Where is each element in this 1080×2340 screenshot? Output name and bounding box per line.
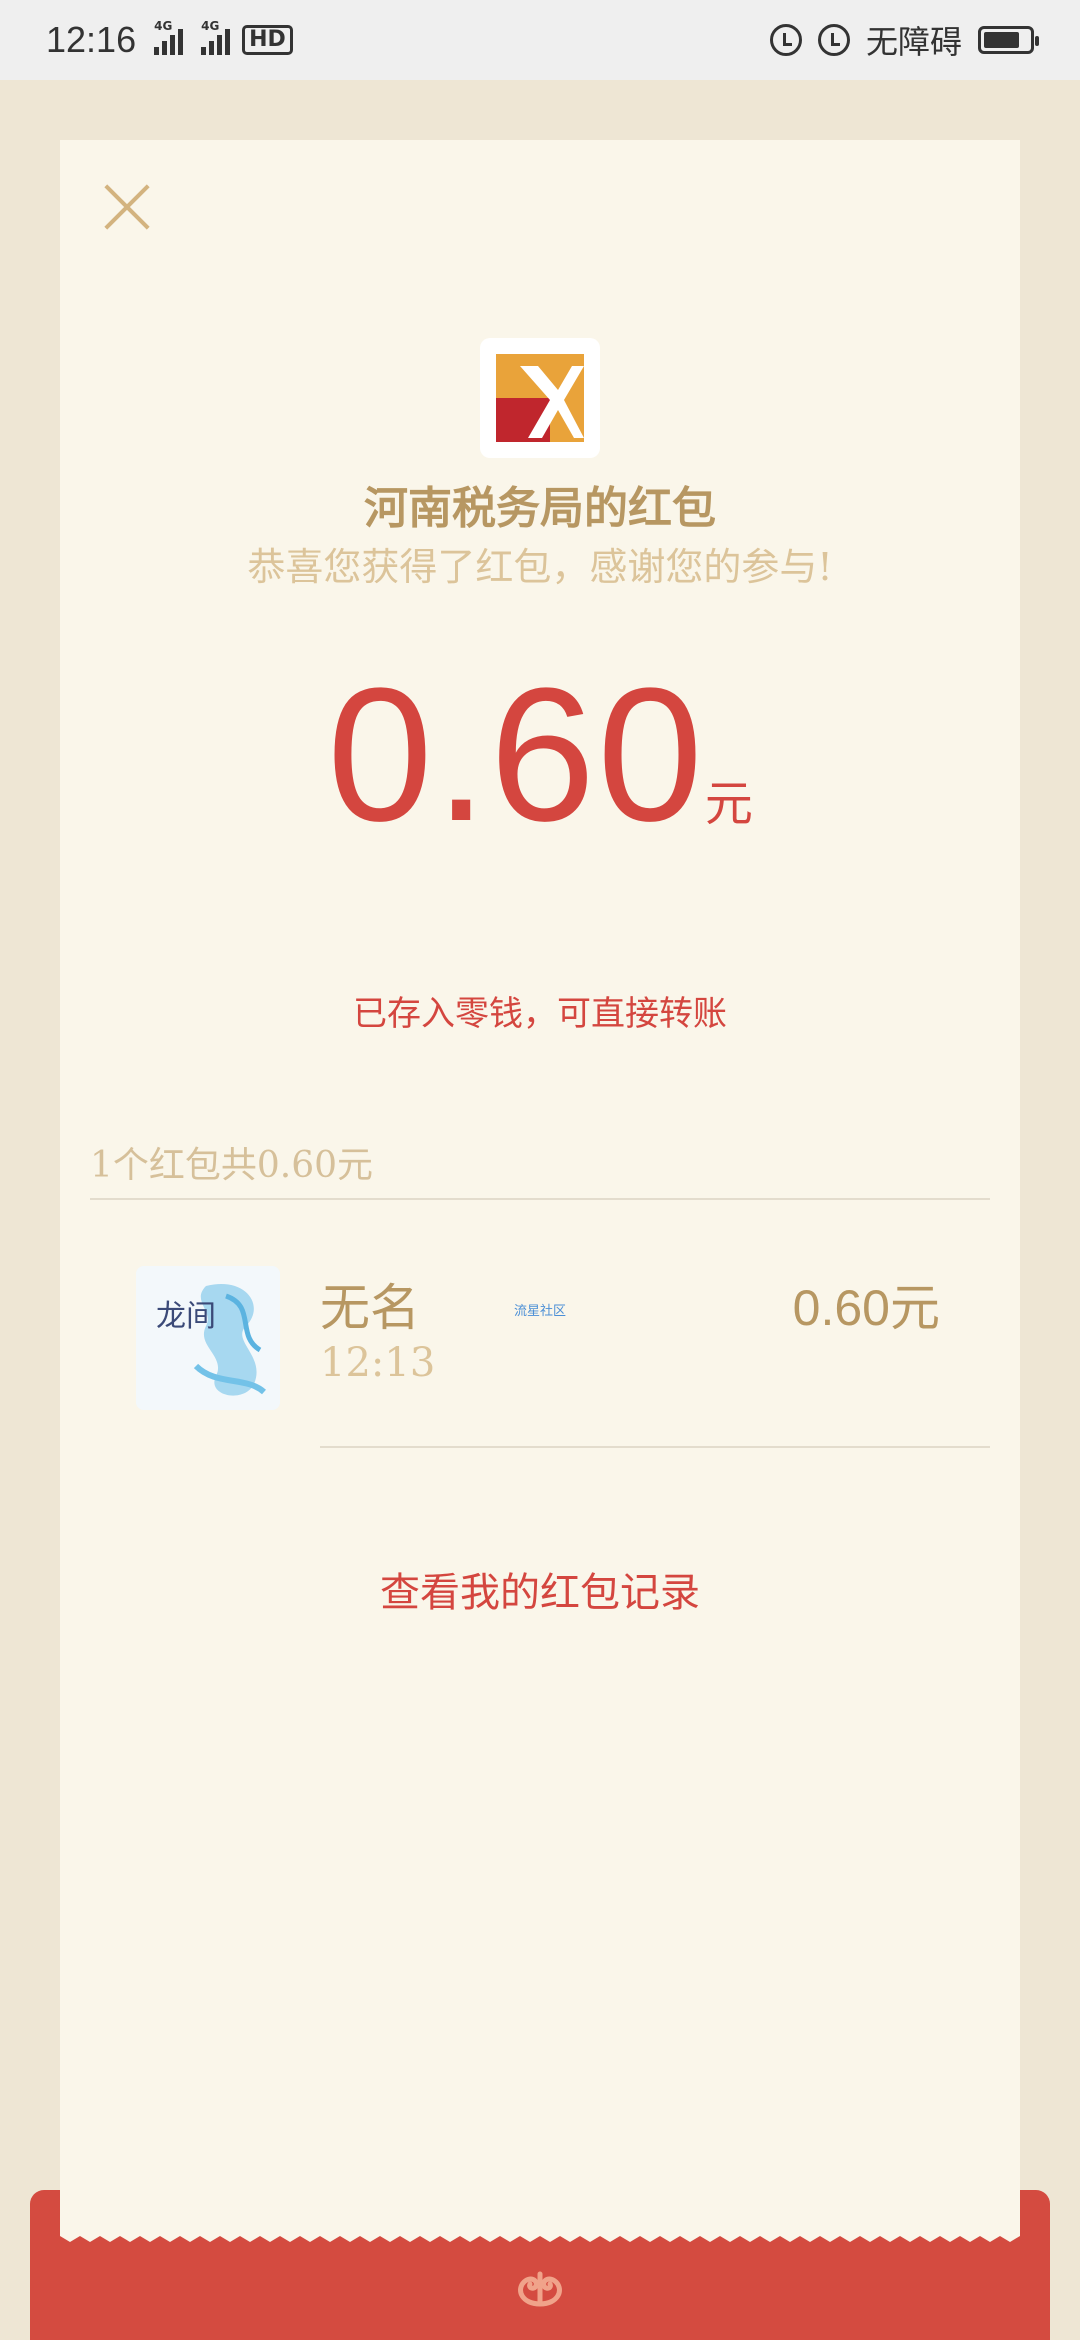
signal-label: 4G (154, 19, 173, 33)
tax-bureau-logo-icon (496, 354, 584, 442)
amount-row: 0.60元 (60, 660, 1020, 850)
rotation-lock-icon (769, 24, 802, 56)
packet-summary: 1个红包共0.60元 (90, 1145, 374, 1186)
status-bar-left: 12:16 4G 4G HD (46, 19, 293, 61)
signal-label: 4G (201, 19, 220, 33)
hd-icon: HD (242, 25, 293, 55)
envelope-zigzag-edge (60, 2190, 1020, 2242)
signal-icon: 4G (201, 19, 231, 55)
amount-unit: 元 (704, 776, 753, 832)
alarm-icon (817, 24, 850, 56)
view-records-link[interactable]: 查看我的红包记录 (60, 1560, 1020, 1618)
avatar-calligraphy: 龙间 (156, 1299, 216, 1334)
saved-note: 已存入零钱，可直接转账 (353, 994, 727, 1034)
received-amount: 0.60 (327, 649, 705, 861)
swirl-icon (518, 2271, 562, 2307)
close-icon[interactable] (100, 180, 154, 234)
watermark: 流星社区 (514, 1304, 567, 1319)
divider (320, 1446, 990, 1448)
dragon-avatar-icon: 龙间 (136, 1266, 280, 1410)
status-bar: 12:16 4G 4G HD 无障碍 (0, 0, 1080, 80)
sender-logo (480, 338, 600, 458)
signal-icon: 4G (154, 19, 184, 55)
packet-title: 河南税务局的红包 (364, 483, 716, 534)
record-amount: 0.60元 (792, 1280, 940, 1336)
status-bar-right: 无障碍 (769, 17, 1039, 63)
packet-subtitle: 恭喜您获得了红包，感谢您的参与! (247, 545, 833, 589)
divider (90, 1198, 990, 1200)
red-packet-card: 河南税务局的红包 恭喜您获得了红包，感谢您的参与! 0.60元 已存入零钱，可直… (60, 140, 1020, 2260)
accessibility-label: 无障碍 (865, 23, 962, 61)
list-item[interactable]: 龙间 无名 流星社区 12:13 0.60元 (60, 1260, 1020, 1460)
receive-time: 12:13 (320, 1340, 436, 1386)
battery-icon (978, 26, 1039, 54)
status-time: 12:16 (46, 19, 137, 60)
sender-name: 无名 (320, 1279, 420, 1337)
avatar: 龙间 (136, 1266, 280, 1410)
